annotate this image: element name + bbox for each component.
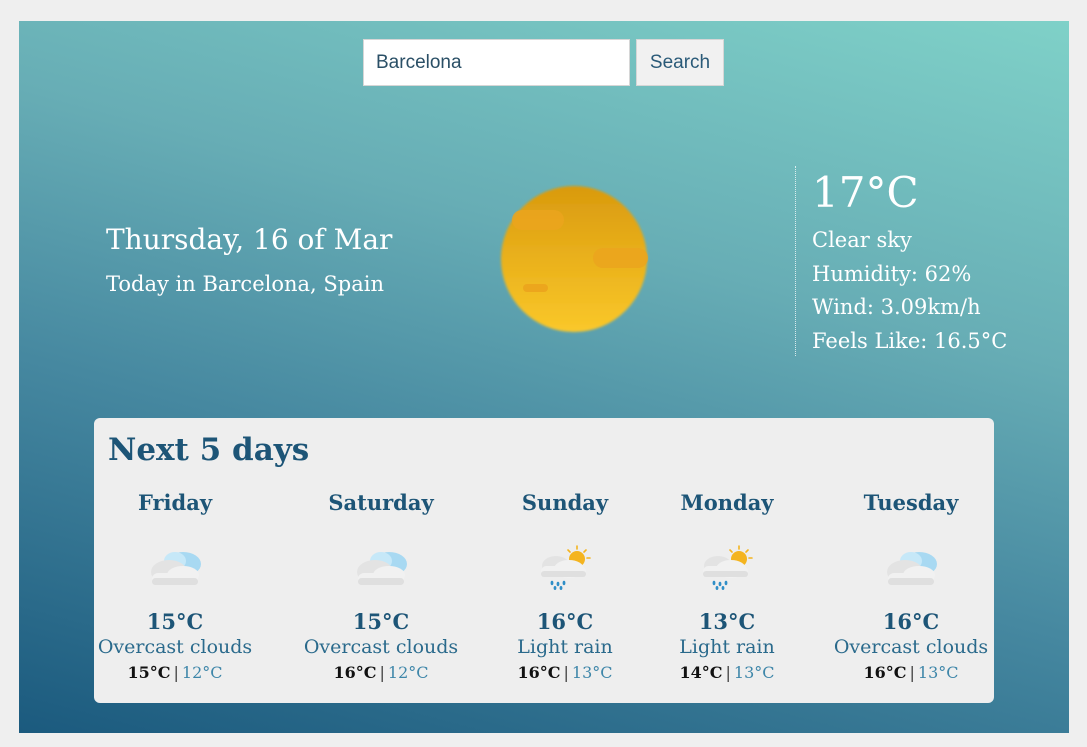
forecast-day-saturday: Saturday 15°C Overcast clouds 16°C | 12°C (296, 490, 466, 682)
day-description: Overcast clouds (303, 636, 459, 658)
current-description: Clear sky (812, 228, 912, 252)
day-temperature: 15°C (352, 609, 410, 634)
day-range: 15°C | 12°C (127, 663, 223, 682)
day-temperature: 16°C (882, 609, 940, 634)
day-name: Saturday (328, 490, 434, 515)
overcast-clouds-icon (151, 552, 201, 585)
day-description: Light rain (679, 636, 775, 658)
day-temperature: 15°C (146, 609, 204, 634)
day-temperature: 16°C (536, 609, 594, 634)
search-input[interactable] (363, 39, 630, 86)
day-range: 14°C | 13°C (679, 663, 775, 682)
day-range: 16°C | 13°C (517, 663, 613, 682)
forecast-day-tuesday: Tuesday 16°C Overcast clouds 16°C | 13°C (826, 490, 996, 682)
day-low: 13°C (917, 663, 959, 682)
forecast-day-friday: Friday 15°C Overcast clouds 15°C | 12°C (90, 490, 260, 682)
day-description: Overcast clouds (833, 636, 989, 658)
forecast-day-sunday: Sunday 16°C Light rain 16°C | 13°C (480, 490, 650, 682)
day-description: Light rain (517, 636, 613, 658)
current-humidity: Humidity: 62% (812, 261, 972, 286)
light-rain-icon (541, 545, 591, 590)
search-bar: Search (363, 39, 724, 86)
current-temperature: 17°C (812, 168, 919, 217)
day-name: Monday (680, 490, 774, 515)
light-rain-icon (703, 545, 753, 590)
current-details: 17°C Clear sky Humidity: 62% Wind: 3.09k… (795, 166, 1025, 356)
day-temperature: 13°C (698, 609, 756, 634)
search-button[interactable]: Search (636, 39, 724, 86)
current-location: Today in Barcelona, Spain (106, 272, 384, 296)
day-high: 16°C (333, 663, 377, 682)
day-high: 16°C (517, 663, 561, 682)
day-low: 13°C (571, 663, 613, 682)
current-feels-like: Feels Like: 16.5°C (812, 328, 1008, 353)
day-low: 13°C (733, 663, 775, 682)
day-low: 12°C (387, 663, 429, 682)
current-wind: Wind: 3.09km/h (812, 295, 981, 319)
day-high: 15°C (127, 663, 171, 682)
current-date: Thursday, 16 of Mar (106, 223, 393, 256)
day-low: 12°C (181, 663, 223, 682)
forecast-day-monday: Monday 13°C Light rain 14°C | 13°C (642, 490, 812, 682)
day-range: 16°C | 12°C (333, 663, 429, 682)
day-name: Sunday (521, 490, 609, 515)
forecast-panel: Next 5 days Friday 15°C Overcast clouds … (94, 418, 994, 703)
sun-icon (498, 183, 650, 335)
day-range: 16°C | 13°C (863, 663, 959, 682)
day-name: Tuesday (863, 490, 959, 515)
overcast-clouds-icon (357, 552, 407, 585)
day-description: Overcast clouds (97, 636, 253, 658)
day-name: Friday (137, 490, 213, 515)
day-high: 16°C (863, 663, 907, 682)
forecast-title: Next 5 days (108, 432, 310, 468)
day-high: 14°C (679, 663, 723, 682)
weather-app: Search Thursday, 16 of Mar Today in Barc… (19, 21, 1069, 733)
overcast-clouds-icon (887, 552, 937, 585)
